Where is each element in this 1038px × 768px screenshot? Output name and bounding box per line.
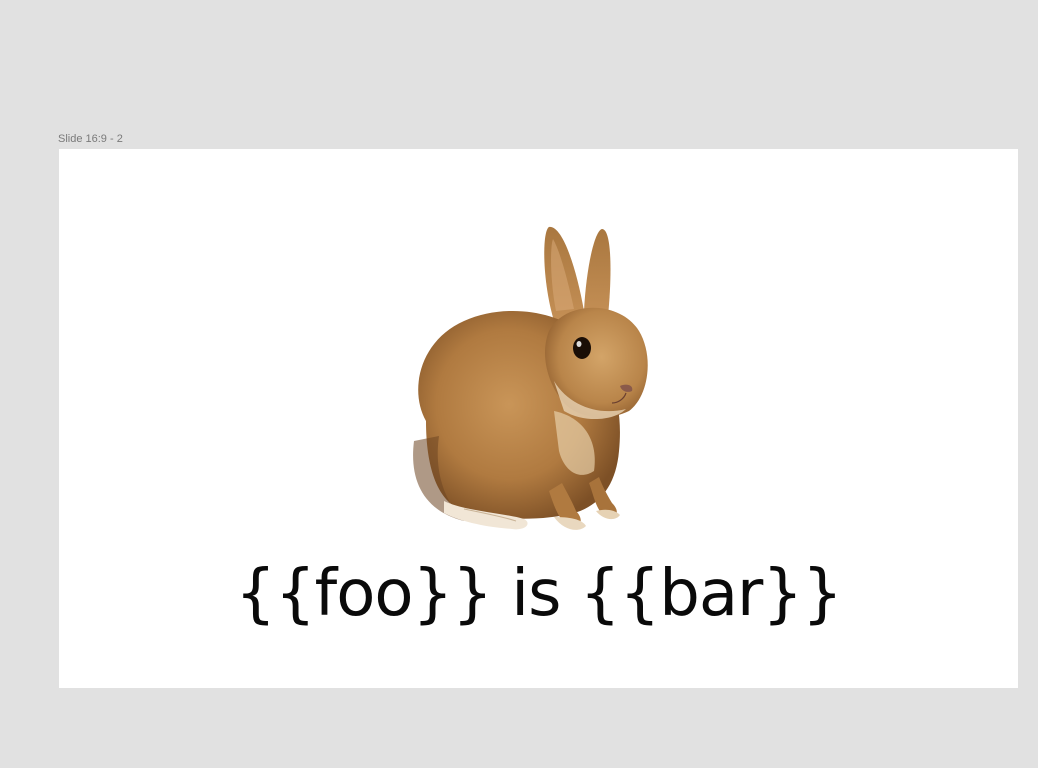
slide-frame[interactable]: {{foo}} is {{bar}} <box>59 149 1018 688</box>
design-canvas[interactable]: Slide 16:9 - 2 {{foo}} is {{bar}} <box>0 0 1038 768</box>
rabbit-image[interactable] <box>404 221 659 539</box>
frame-label[interactable]: Slide 16:9 - 2 <box>58 133 123 145</box>
slide-caption-text[interactable]: {{foo}} is {{bar}} <box>59 554 1018 634</box>
